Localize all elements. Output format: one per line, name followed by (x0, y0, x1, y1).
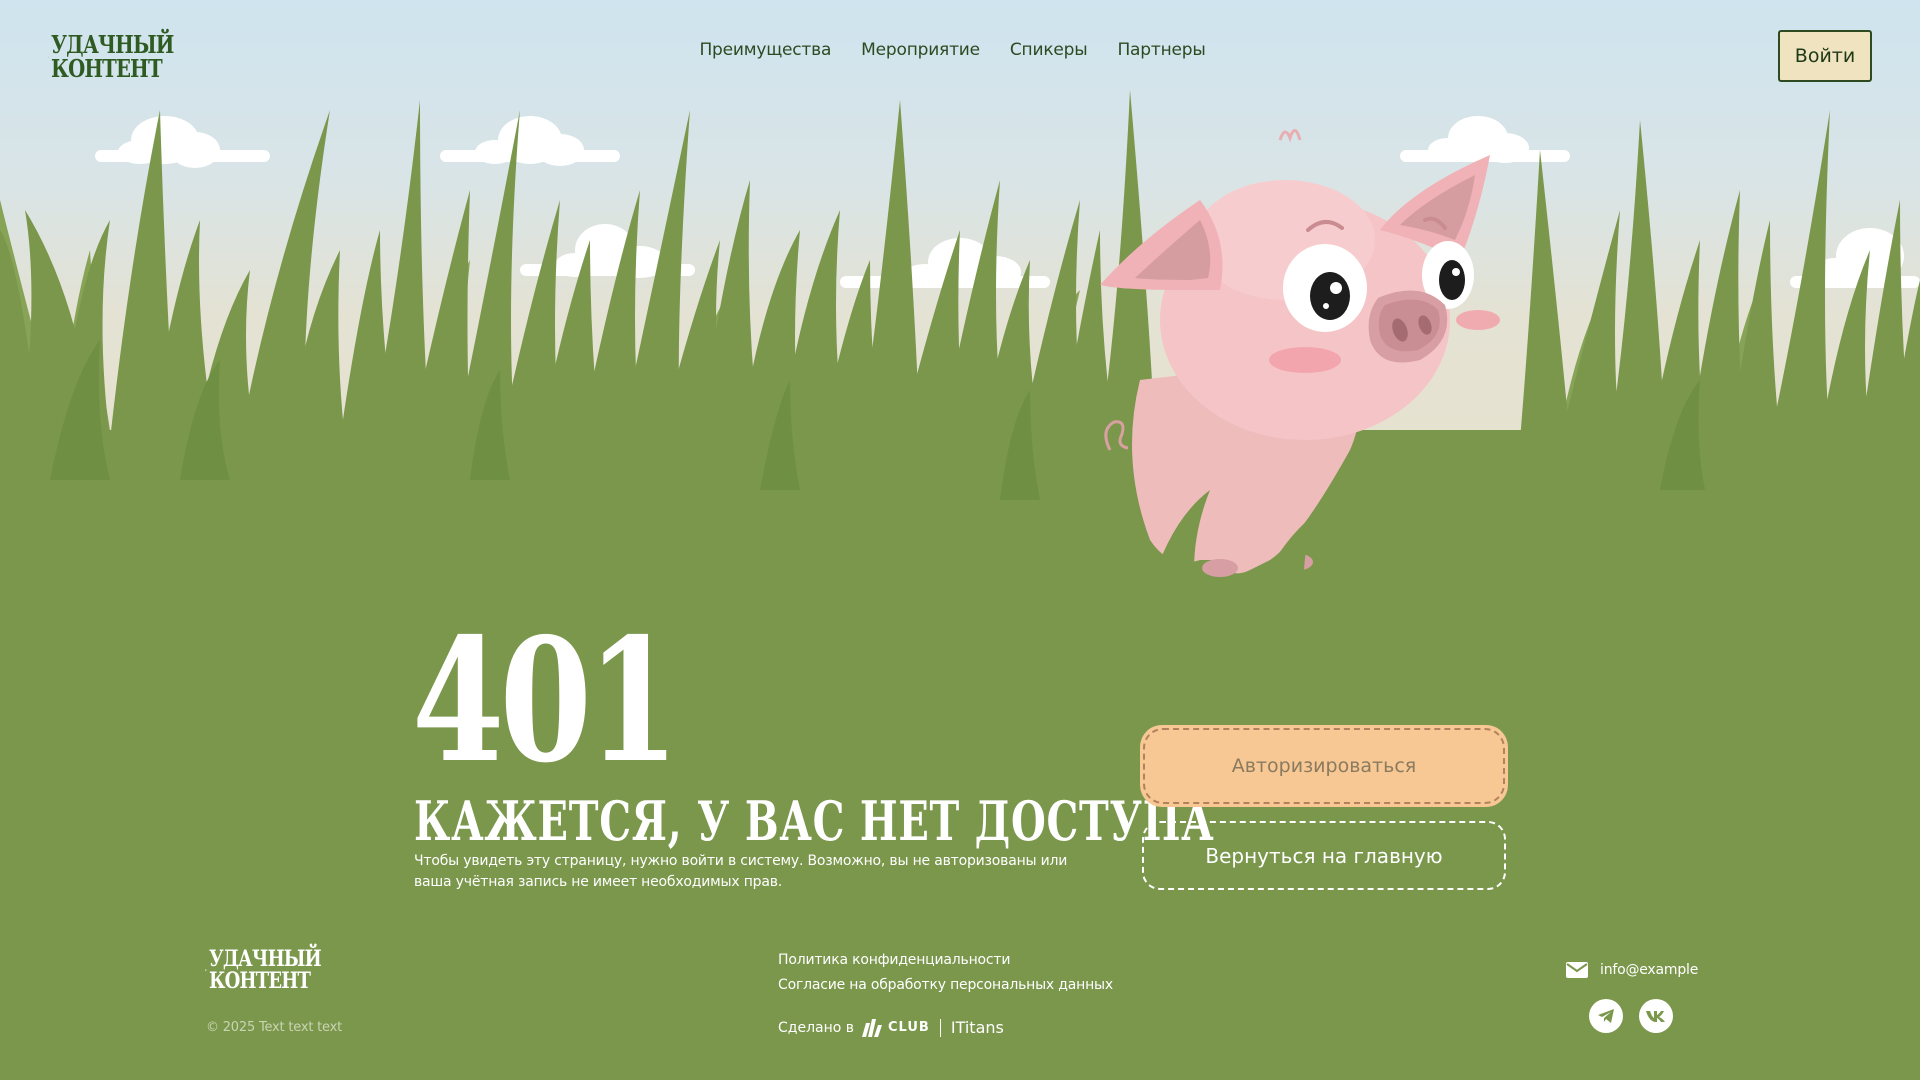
mail-icon (1566, 962, 1588, 978)
made-in-divider (939, 1018, 941, 1037)
error-description: Чтобы увидеть эту страницу, нужно войти … (414, 853, 1068, 890)
contact-email[interactable]: info@example (1566, 962, 1698, 978)
error-code: 401 (412, 601, 679, 801)
email-text: info@example (1600, 962, 1699, 978)
club-label: CLUB (888, 1020, 930, 1035)
cloud-icon (95, 116, 270, 168)
main-nav: Преимущества Мероприятие Спикеры Партнер… (0, 40, 1920, 60)
made-in-label: Сделано в (778, 1019, 855, 1036)
club-logo-icon (862, 1018, 883, 1037)
footer-logo-text: УДАЧНЫЙ КОНТЕНТ (208, 946, 322, 994)
club-badge[interactable]: CLUB (862, 1018, 930, 1037)
cloud-icon (440, 116, 620, 166)
nav-link-speakers[interactable]: Спикеры (1010, 40, 1088, 60)
telegram-icon (1598, 1009, 1614, 1023)
nav-link-advantages[interactable]: Преимущества (699, 40, 831, 60)
authorize-button[interactable]: Авторизироваться (1143, 728, 1505, 804)
copyright-text: © 2025 Text text text (206, 1020, 343, 1035)
back-home-button[interactable]: Вернуться на главную (1142, 821, 1506, 890)
nav-link-partners[interactable]: Партнеры (1117, 40, 1205, 60)
vk-button[interactable] (1639, 999, 1673, 1033)
vk-icon (1646, 1011, 1665, 1022)
footer-logo[interactable]: УДАЧНЫЙ КОНТЕНТ (205, 944, 345, 996)
data-consent-link[interactable]: Согласие на обработку персональных данны… (778, 973, 1113, 998)
studio-link[interactable]: ITitans (951, 1018, 1004, 1037)
made-in: Сделано в CLUB ITitans (778, 1018, 1004, 1037)
login-button[interactable]: Войти (1778, 30, 1872, 82)
telegram-button[interactable] (1589, 999, 1623, 1033)
error-headline: КАЖЕТСЯ, У ВАС НЕТ ДОСТУПА (414, 789, 1215, 853)
grass-illustration (0, 90, 1920, 500)
nav-link-event[interactable]: Мероприятие (861, 40, 980, 60)
footer-links: Политика конфиденциальности Согласие на … (778, 948, 1113, 998)
social-links (1589, 999, 1673, 1033)
sprout-pot-icon (205, 969, 207, 972)
pig-illustration (1100, 129, 1500, 590)
privacy-policy-link[interactable]: Политика конфиденциальности (778, 948, 1113, 973)
